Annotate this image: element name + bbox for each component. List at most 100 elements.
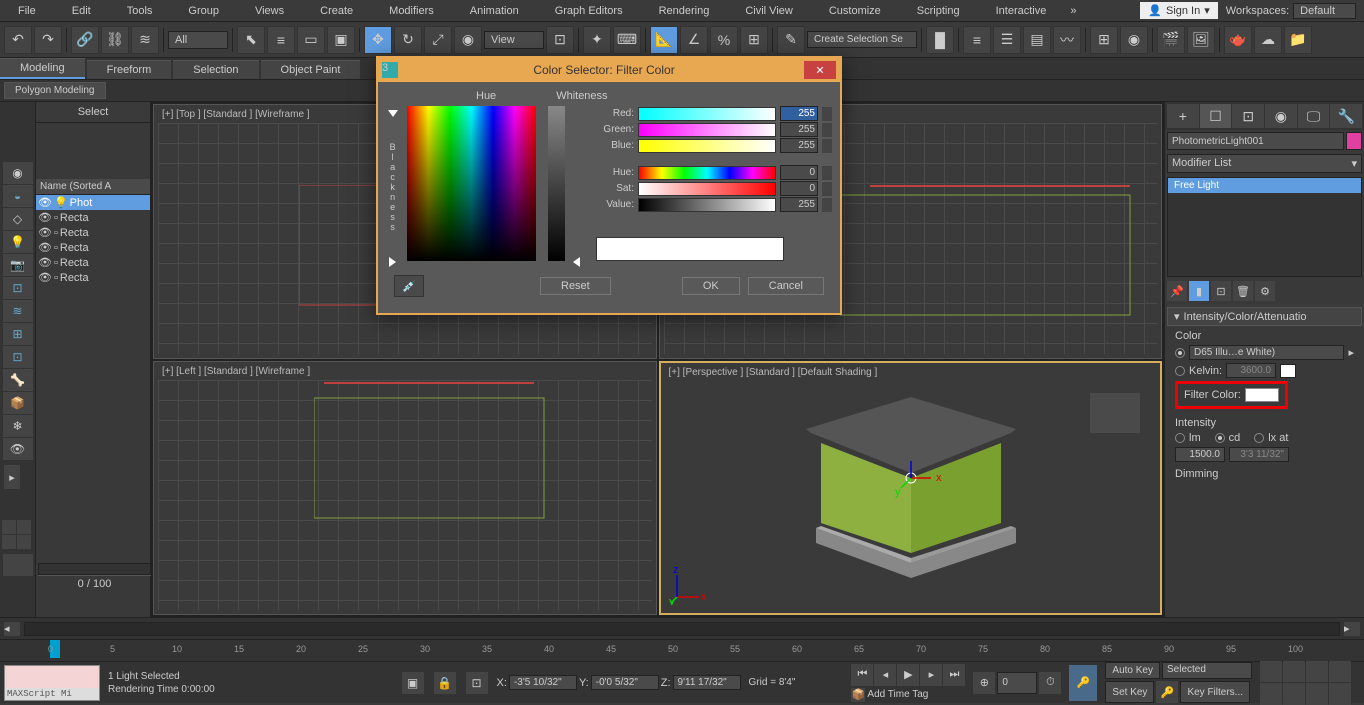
render-online-button[interactable]: ☁ xyxy=(1254,26,1282,54)
material-editor-button[interactable]: ◉ xyxy=(1120,26,1148,54)
select-by-name-button[interactable]: ≡ xyxy=(267,26,295,54)
menu-edit[interactable]: Edit xyxy=(54,5,109,17)
key-filters-button[interactable]: Key Filters... xyxy=(1180,681,1250,703)
menu-animation[interactable]: Animation xyxy=(452,5,537,17)
lm-radio[interactable] xyxy=(1175,433,1185,443)
display-helpers-icon[interactable]: ⊡ xyxy=(3,277,33,299)
link-button[interactable]: 🔗 xyxy=(71,26,99,54)
vp-layout-1[interactable] xyxy=(2,520,16,534)
render-frame-button[interactable]: 🖼 xyxy=(1187,26,1215,54)
blue-input[interactable] xyxy=(780,138,818,153)
value-slider[interactable] xyxy=(638,198,776,212)
color-preview-swatch[interactable] xyxy=(596,237,784,261)
rotate-button[interactable]: ↻ xyxy=(394,26,422,54)
add-time-tag[interactable]: Add Time Tag xyxy=(867,689,928,700)
scene-item-light[interactable]: 👁💡Phot xyxy=(36,195,150,210)
named-selection-dropdown[interactable]: Create Selection Se xyxy=(807,31,917,48)
dialog-close-button[interactable]: ✕ xyxy=(804,61,836,79)
show-end-result-icon[interactable]: ▮ xyxy=(1189,281,1209,301)
scene-item-rect2[interactable]: 👁▫Recta xyxy=(36,225,150,240)
toggle-ribbon-button[interactable]: ▤ xyxy=(1023,26,1051,54)
cancel-button[interactable]: Cancel xyxy=(748,277,824,295)
display-all-icon[interactable]: ◉ xyxy=(3,162,33,184)
rollout-header[interactable]: ▾Intensity/Color/Attenuatio xyxy=(1167,307,1362,326)
scene-list-header[interactable]: Name (Sorted A xyxy=(36,179,150,195)
menu-group[interactable]: Group xyxy=(170,5,237,17)
whiteness-slider[interactable] xyxy=(548,106,565,261)
scene-scrollbar[interactable] xyxy=(38,563,151,575)
menu-create[interactable]: Create xyxy=(302,5,371,17)
red-spinner[interactable] xyxy=(822,107,832,121)
display-bones-icon[interactable]: 🦴 xyxy=(3,369,33,391)
color-preset-dropdown[interactable]: D65 Illu…e White) xyxy=(1189,345,1344,360)
curve-editor-button[interactable]: 〰 xyxy=(1053,26,1081,54)
lxat-radio[interactable] xyxy=(1254,433,1264,443)
object-color-swatch[interactable] xyxy=(1346,132,1362,150)
time-slider[interactable] xyxy=(24,622,1340,636)
z-coord-input[interactable] xyxy=(673,675,741,690)
workspace-dropdown[interactable]: Default xyxy=(1293,3,1356,19)
menu-file[interactable]: File xyxy=(0,5,54,17)
ribbon-panel-label[interactable]: Polygon Modeling xyxy=(4,82,106,99)
remove-modifier-icon[interactable]: 🗑 xyxy=(1233,281,1253,301)
zoom-all-icon[interactable] xyxy=(1283,660,1305,682)
menu-modifiers[interactable]: Modifiers xyxy=(371,5,452,17)
red-input[interactable] xyxy=(780,106,818,121)
eyedropper-button[interactable]: 💉 xyxy=(394,275,424,297)
ref-coord-dropdown[interactable]: View xyxy=(484,31,544,49)
configure-sets-icon[interactable]: ⚙ xyxy=(1255,281,1275,301)
pin-stack-icon[interactable]: 📌 xyxy=(1167,281,1187,301)
value-spinner[interactable] xyxy=(822,198,832,212)
pivot-button[interactable]: ⊡ xyxy=(546,26,574,54)
set-key-big-icon[interactable]: 🔑 xyxy=(1069,665,1097,701)
x-coord-input[interactable] xyxy=(509,675,577,690)
percent-snap-button[interactable]: % xyxy=(710,26,738,54)
display-shapes-icon[interactable]: ◇ xyxy=(3,208,33,230)
value-input[interactable] xyxy=(780,197,818,212)
undo-button[interactable]: ↶ xyxy=(4,26,32,54)
green-slider[interactable] xyxy=(638,123,776,137)
whiteness-marker[interactable] xyxy=(573,257,580,267)
filter-color-swatch[interactable] xyxy=(1245,388,1279,402)
dialog-titlebar[interactable]: 3 Color Selector: Filter Color ✕ xyxy=(378,58,840,82)
window-crossing-button[interactable]: ▣ xyxy=(327,26,355,54)
hue-slider[interactable] xyxy=(638,166,776,180)
prev-frame-icon[interactable]: ◂ xyxy=(874,664,896,686)
kelvin-input[interactable] xyxy=(1226,363,1276,378)
tab-freeform[interactable]: Freeform xyxy=(87,60,172,79)
open-autodesk-button[interactable]: 📁 xyxy=(1284,26,1312,54)
sat-input[interactable] xyxy=(780,181,818,196)
play-icon[interactable]: ▶ xyxy=(897,664,919,686)
layer-button[interactable]: ☰ xyxy=(993,26,1021,54)
make-unique-icon[interactable]: ⊡ xyxy=(1211,281,1231,301)
snap-toggle-button[interactable]: 📐 xyxy=(650,26,678,54)
next-frame-icon[interactable]: ▸ xyxy=(920,664,942,686)
menu-interactive[interactable]: Interactive xyxy=(978,5,1065,17)
time-tag-icon[interactable]: 📦 xyxy=(851,688,865,702)
key-icon[interactable]: 🔑 xyxy=(1156,681,1178,703)
keyboard-shortcut-button[interactable]: ⌨ xyxy=(613,26,641,54)
scene-item-rect5[interactable]: 👁▫Recta xyxy=(36,270,150,285)
object-name-input[interactable] xyxy=(1167,132,1344,150)
auto-key-button[interactable]: Auto Key xyxy=(1105,662,1160,679)
utilities-tab-icon[interactable]: 🔧 xyxy=(1330,104,1362,128)
render-button[interactable]: 🫖 xyxy=(1224,26,1252,54)
stack-item-free-light[interactable]: Free Light xyxy=(1168,178,1361,193)
move-button[interactable]: ✥ xyxy=(364,26,392,54)
modifier-stack[interactable]: Free Light xyxy=(1167,177,1362,277)
display-hidden-icon[interactable]: 👁 xyxy=(3,438,33,460)
kelvin-radio[interactable] xyxy=(1175,366,1185,376)
key-filter-dropdown[interactable]: Selected xyxy=(1162,662,1252,679)
red-slider[interactable] xyxy=(638,107,776,121)
expand-button[interactable]: ▸ xyxy=(4,465,20,489)
selection-lock-icon[interactable]: ⊡ xyxy=(465,671,489,695)
placement-button[interactable]: ◉ xyxy=(454,26,482,54)
display-containers-icon[interactable]: 📦 xyxy=(3,392,33,414)
cd-radio[interactable] xyxy=(1215,433,1225,443)
tab-object-paint[interactable]: Object Paint xyxy=(261,60,361,79)
vp-layout-4[interactable] xyxy=(17,535,31,549)
tab-modeling[interactable]: Modeling xyxy=(0,58,85,79)
zoom-icon[interactable] xyxy=(1260,660,1282,682)
goto-end-icon[interactable]: ⏭ xyxy=(943,664,965,686)
reset-button[interactable]: Reset xyxy=(540,277,611,295)
